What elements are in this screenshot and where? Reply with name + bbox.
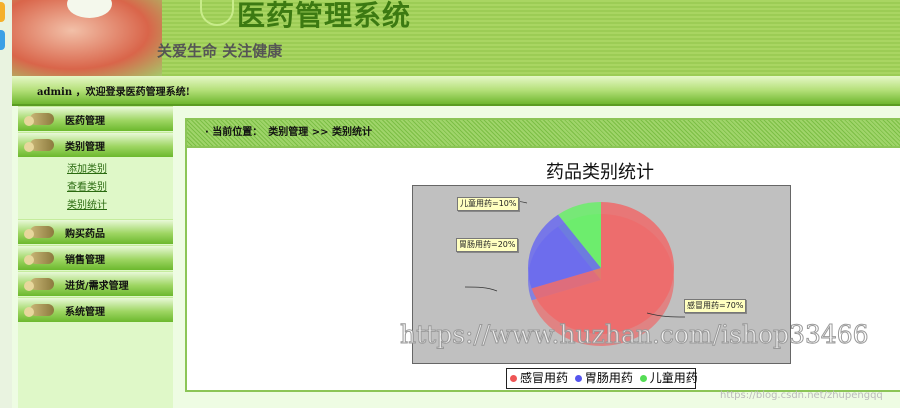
menu-drug-management[interactable]: 医药管理 [18,106,173,131]
pill-icon [24,278,54,291]
menu-category-management[interactable]: 类别管理 [18,132,173,157]
link-add-category[interactable]: 添加类别 [67,164,107,175]
legend-stomach: 胃肠用药 [584,371,633,385]
slice-label-cold: 感冒用药=70% [684,299,747,313]
link-view-category[interactable]: 查看类别 [67,182,107,193]
legend-children: 儿童用药 [649,371,698,385]
pill-icon [24,139,54,152]
menu-purchase[interactable]: 进货/需求管理 [18,271,173,296]
legend-swatch-stomach [574,375,582,382]
link-category-stats[interactable]: 类别统计 [67,200,107,211]
legend-swatch-cold [510,375,517,382]
legend-swatch-children [639,375,647,382]
csdn-watermark: https://blog.csdn.net/zhupengqq [720,390,883,401]
pill-icon [24,304,54,317]
menu-system[interactable]: 系统管理 [18,297,173,322]
left-strip [0,0,12,408]
system-title: 医药管理系统 [237,0,412,32]
welcome-text: admin ，欢迎登录医药管理系统! [37,87,190,98]
slice-label-stomach: 胃肠用药=20% [456,238,519,252]
pill-icon [24,226,54,239]
pill-icon [24,252,54,265]
welcome-bar: admin ，欢迎登录医药管理系统! [12,76,900,159]
pill-icon [24,113,54,126]
menu-buy-drugs[interactable]: 购买药品 [18,219,173,244]
banner-image [12,0,162,76]
slogan: 关爱生命 关注健康 [157,42,283,60]
leaf-logo-icon [200,0,234,26]
menu-sales[interactable]: 销售管理 [18,245,173,270]
chart-legend: 感冒用药 胃肠用药 儿童用药 [506,368,698,389]
watermark: https://www.huzhan.com/ishop33466 [400,320,870,350]
legend-cold: 感冒用药 [520,371,569,385]
header-banner: 医药管理系统 关爱生命 关注健康 [12,0,900,76]
slice-label-children: 儿童用药=10% [457,197,520,211]
sidebar: 医药管理 类别管理 添加类别 查看类别 类别统计 购买药品 销售管理 进货/需求… [18,106,173,408]
breadcrumb: · 当前位置： 类别管理 >> 类别统计 [187,120,900,148]
chart-title: 药品类别统计 [546,162,654,183]
